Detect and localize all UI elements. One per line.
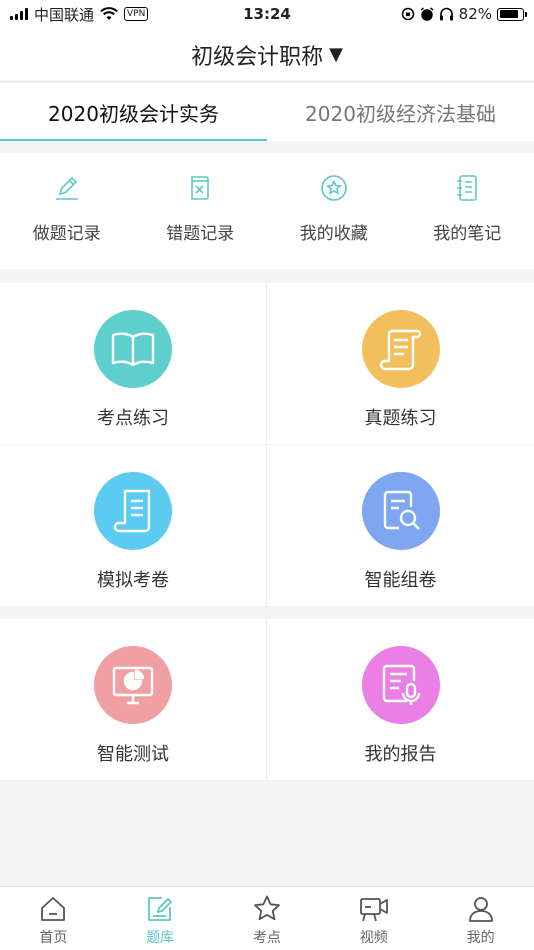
document-search-icon <box>361 472 440 550</box>
feature-label: 智能测试 <box>97 744 169 765</box>
feature-label: 真题练习 <box>364 408 437 429</box>
tab-label: 2020初级经济法基础 <box>305 101 496 126</box>
exam-paper-icon <box>94 472 172 550</box>
feature-my-report[interactable]: 我的报告 <box>267 619 534 781</box>
bottom-tab-bar: 首页 题库 考点 视频 我的 <box>0 886 534 950</box>
feature-smart-compose[interactable]: 智能组卷 <box>267 445 534 607</box>
quick-item-label: 我的笔记 <box>433 224 502 244</box>
signal-icon <box>10 8 28 20</box>
carrier-label: 中国联通 <box>34 5 95 24</box>
feature-point-practice[interactable]: 考点练习 <box>0 283 267 445</box>
tabbar-video[interactable]: 视频 <box>320 887 427 950</box>
course-tabs: 2020初级会计实务 2020初级经济法基础 <box>0 83 534 141</box>
tabbar-mine[interactable]: 我的 <box>427 887 534 950</box>
error-book-icon <box>183 171 217 205</box>
feature-label: 我的报告 <box>364 744 437 765</box>
status-left: 中国联通 VPN <box>10 4 149 25</box>
monitor-chart-icon <box>94 646 172 724</box>
scroll-icon <box>361 310 440 388</box>
video-camera-icon <box>358 893 390 925</box>
vpn-badge: VPN <box>124 7 149 21</box>
star-circle-icon <box>317 171 351 205</box>
feature-grid-primary: 考点练习 真题练习 模拟考卷 智能组卷 <box>0 283 534 607</box>
status-right: 82% <box>401 5 527 23</box>
report-mic-icon <box>361 646 440 724</box>
tabbar-home[interactable]: 首页 <box>0 887 107 950</box>
feature-grid-secondary: 智能测试 我的报告 <box>0 619 534 781</box>
nav-bar: 初级会计职称 ▼ <box>0 28 534 82</box>
quick-item-notes[interactable]: 我的笔记 <box>401 153 534 269</box>
headphones-icon <box>439 7 453 21</box>
tabbar-label: 首页 <box>39 930 68 946</box>
battery-icon <box>497 7 527 21</box>
tabbar-label: 视频 <box>359 930 388 946</box>
tabbar-label: 题库 <box>146 930 175 946</box>
feature-smart-test[interactable]: 智能测试 <box>0 619 267 781</box>
feature-mock-exam[interactable]: 模拟考卷 <box>0 445 267 607</box>
user-icon <box>465 893 497 925</box>
quick-item-label: 我的收藏 <box>299 224 368 244</box>
quick-item-wrong-record[interactable]: 错题记录 <box>134 153 268 269</box>
feature-label: 智能组卷 <box>364 570 437 591</box>
feature-label: 模拟考卷 <box>97 570 169 591</box>
battery-percent: 82% <box>458 5 492 23</box>
caret-down-icon: ▼ <box>329 44 343 65</box>
tabbar-label: 我的 <box>466 930 495 946</box>
notebook-icon <box>450 171 484 205</box>
pencil-icon <box>50 171 84 205</box>
quick-item-label: 做题记录 <box>32 224 101 244</box>
tabbar-question-bank[interactable]: 题库 <box>107 887 214 950</box>
page-title: 初级会计职称 <box>191 44 324 70</box>
quick-item-favorites[interactable]: 我的收藏 <box>267 153 401 269</box>
quick-actions: 做题记录 错题记录 我的收藏 我的笔记 <box>0 153 534 269</box>
tab-practice[interactable]: 2020初级会计实务 <box>0 83 267 141</box>
subject-selector[interactable]: 初级会计职称 ▼ <box>191 39 343 71</box>
quick-item-practice-record[interactable]: 做题记录 <box>0 153 134 269</box>
feature-real-exam[interactable]: 真题练习 <box>267 283 534 445</box>
open-book-icon <box>94 310 172 388</box>
tab-economic-law[interactable]: 2020初级经济法基础 <box>267 83 534 141</box>
tabbar-label: 考点 <box>252 930 281 946</box>
wifi-icon <box>100 7 118 20</box>
question-bank-icon <box>144 893 176 925</box>
star-icon <box>251 893 283 925</box>
tab-label: 2020初级会计实务 <box>48 101 219 126</box>
quick-item-label: 错题记录 <box>166 224 235 244</box>
tabbar-exam-points[interactable]: 考点 <box>214 887 321 950</box>
status-bar: 中国联通 VPN 13:24 82% <box>0 0 534 28</box>
alarm-icon <box>420 7 434 21</box>
home-icon <box>37 893 69 925</box>
feature-label: 考点练习 <box>97 408 169 429</box>
orientation-lock-icon <box>401 7 414 21</box>
